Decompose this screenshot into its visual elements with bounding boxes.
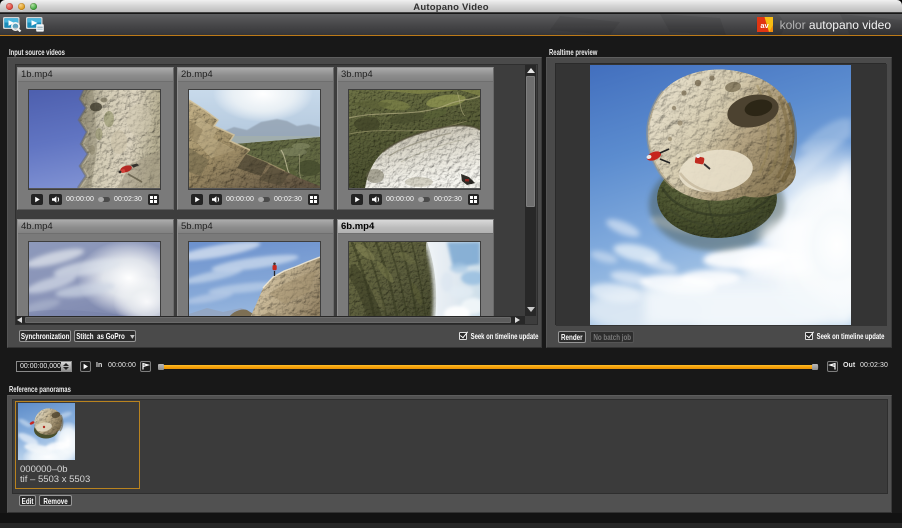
svg-text:av: av: [760, 21, 769, 30]
